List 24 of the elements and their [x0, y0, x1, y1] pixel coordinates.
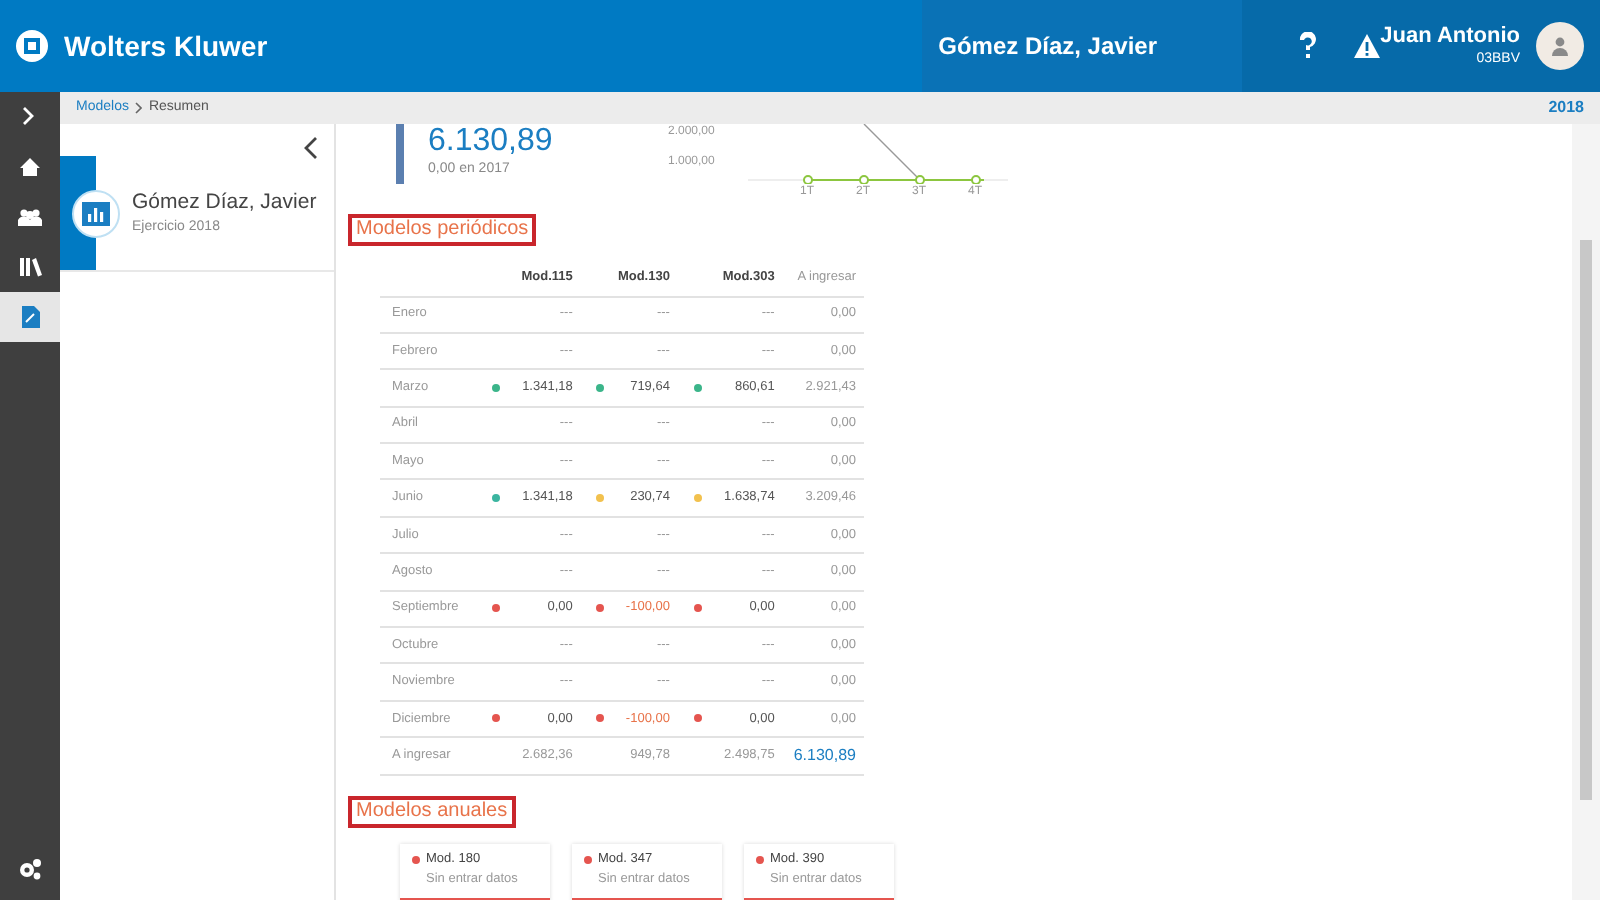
year-label[interactable]: 2018 [1548, 96, 1584, 120]
books-icon [18, 256, 42, 278]
chart-badge-icon [72, 189, 120, 237]
collapse-icon[interactable] [304, 136, 318, 160]
people-icon [18, 206, 42, 228]
summary-bar [396, 124, 404, 184]
chevron-icon [134, 102, 143, 114]
client-name: Gómez Díaz, Javier [936, 30, 1160, 64]
avatar-icon[interactable] [1536, 22, 1584, 70]
logo-icon [16, 30, 48, 62]
scroll-thumb[interactable] [1580, 240, 1592, 800]
warning-icon[interactable] [1354, 34, 1381, 58]
total-amount: 6.130,89 [428, 124, 555, 160]
grand-total: 6.130,89 [793, 746, 856, 765]
settings-icon[interactable] [18, 858, 42, 880]
help-icon[interactable] [1298, 32, 1319, 60]
section-title: Modelos anuales [348, 796, 516, 829]
scrollbar[interactable] [1572, 124, 1600, 900]
brand-name: Wolters Kluwer [64, 27, 268, 65]
home-icon [18, 156, 42, 178]
document-icon [18, 306, 42, 328]
user-name: Juan Antonio [1380, 22, 1520, 50]
section-title: Modelos periódicos [348, 214, 537, 246]
client-name: Gómez Díaz, Javier [132, 187, 317, 218]
